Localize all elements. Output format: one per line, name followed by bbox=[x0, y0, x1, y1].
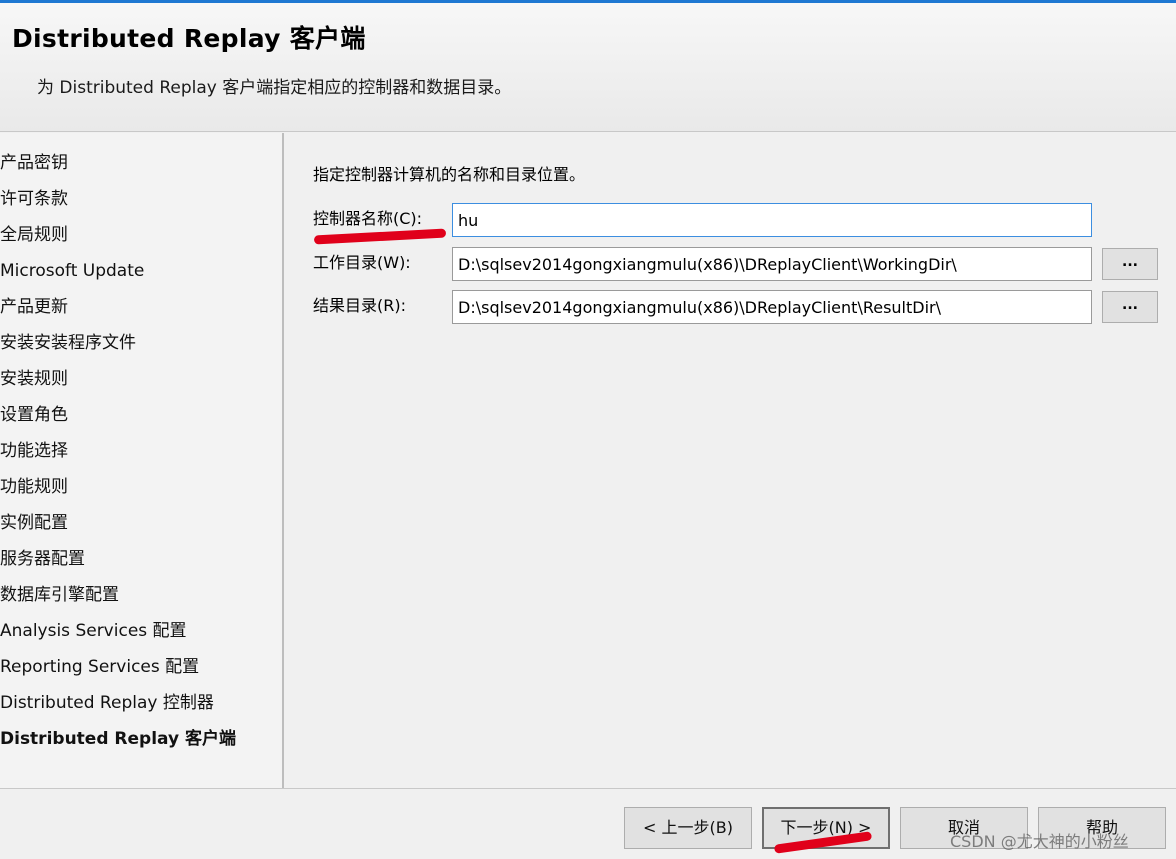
step-database-engine-configuration[interactable]: 数据库引擎配置 bbox=[0, 580, 119, 610]
step-product-updates[interactable]: 产品更新 bbox=[0, 292, 68, 322]
step-server-configuration[interactable]: 服务器配置 bbox=[0, 544, 85, 574]
result-dir-label: 结果目录(R): bbox=[313, 296, 406, 315]
step-microsoft-update[interactable]: Microsoft Update bbox=[0, 256, 144, 286]
working-dir-label: 工作目录(W): bbox=[313, 253, 411, 272]
step-distributed-replay-controller[interactable]: Distributed Replay 控制器 bbox=[0, 688, 214, 718]
step-feature-selection[interactable]: 功能选择 bbox=[0, 436, 68, 466]
step-reporting-services-configuration[interactable]: Reporting Services 配置 bbox=[0, 652, 199, 682]
page-title: Distributed Replay 客户端 bbox=[12, 24, 366, 53]
result-dir-browse-button[interactable]: ... bbox=[1102, 291, 1158, 323]
step-product-key[interactable]: 产品密钥 bbox=[0, 148, 68, 178]
step-distributed-replay-client[interactable]: Distributed Replay 客户端 bbox=[0, 724, 236, 754]
controller-name-input[interactable] bbox=[452, 203, 1092, 237]
back-button[interactable]: < 上一步(B) bbox=[624, 807, 752, 849]
result-dir-input[interactable] bbox=[452, 290, 1092, 324]
wizard-step-list: 产品密钥 许可条款 全局规则 Microsoft Update 产品更新 安装安… bbox=[0, 133, 284, 788]
step-analysis-services-configuration[interactable]: Analysis Services 配置 bbox=[0, 616, 187, 646]
step-instance-configuration[interactable]: 实例配置 bbox=[0, 508, 68, 538]
working-dir-input[interactable] bbox=[452, 247, 1092, 281]
step-feature-rules[interactable]: 功能规则 bbox=[0, 472, 68, 502]
step-global-rules[interactable]: 全局规则 bbox=[0, 220, 68, 250]
controller-name-label: 控制器名称(C): bbox=[313, 209, 423, 228]
instruction-text: 指定控制器计算机的名称和目录位置。 bbox=[313, 165, 586, 184]
watermark: CSDN @尤大神的小粉丝 bbox=[950, 832, 1129, 851]
step-install-setup-files[interactable]: 安装安装程序文件 bbox=[0, 328, 136, 358]
page-subtitle: 为 Distributed Replay 客户端指定相应的控制器和数据目录。 bbox=[37, 78, 512, 98]
step-setup-role[interactable]: 设置角色 bbox=[0, 400, 68, 430]
step-license-terms[interactable]: 许可条款 bbox=[0, 184, 68, 214]
working-dir-browse-button[interactable]: ... bbox=[1102, 248, 1158, 280]
page-header: Distributed Replay 客户端 为 Distributed Rep… bbox=[0, 3, 1176, 132]
step-install-rules[interactable]: 安装规则 bbox=[0, 364, 68, 394]
